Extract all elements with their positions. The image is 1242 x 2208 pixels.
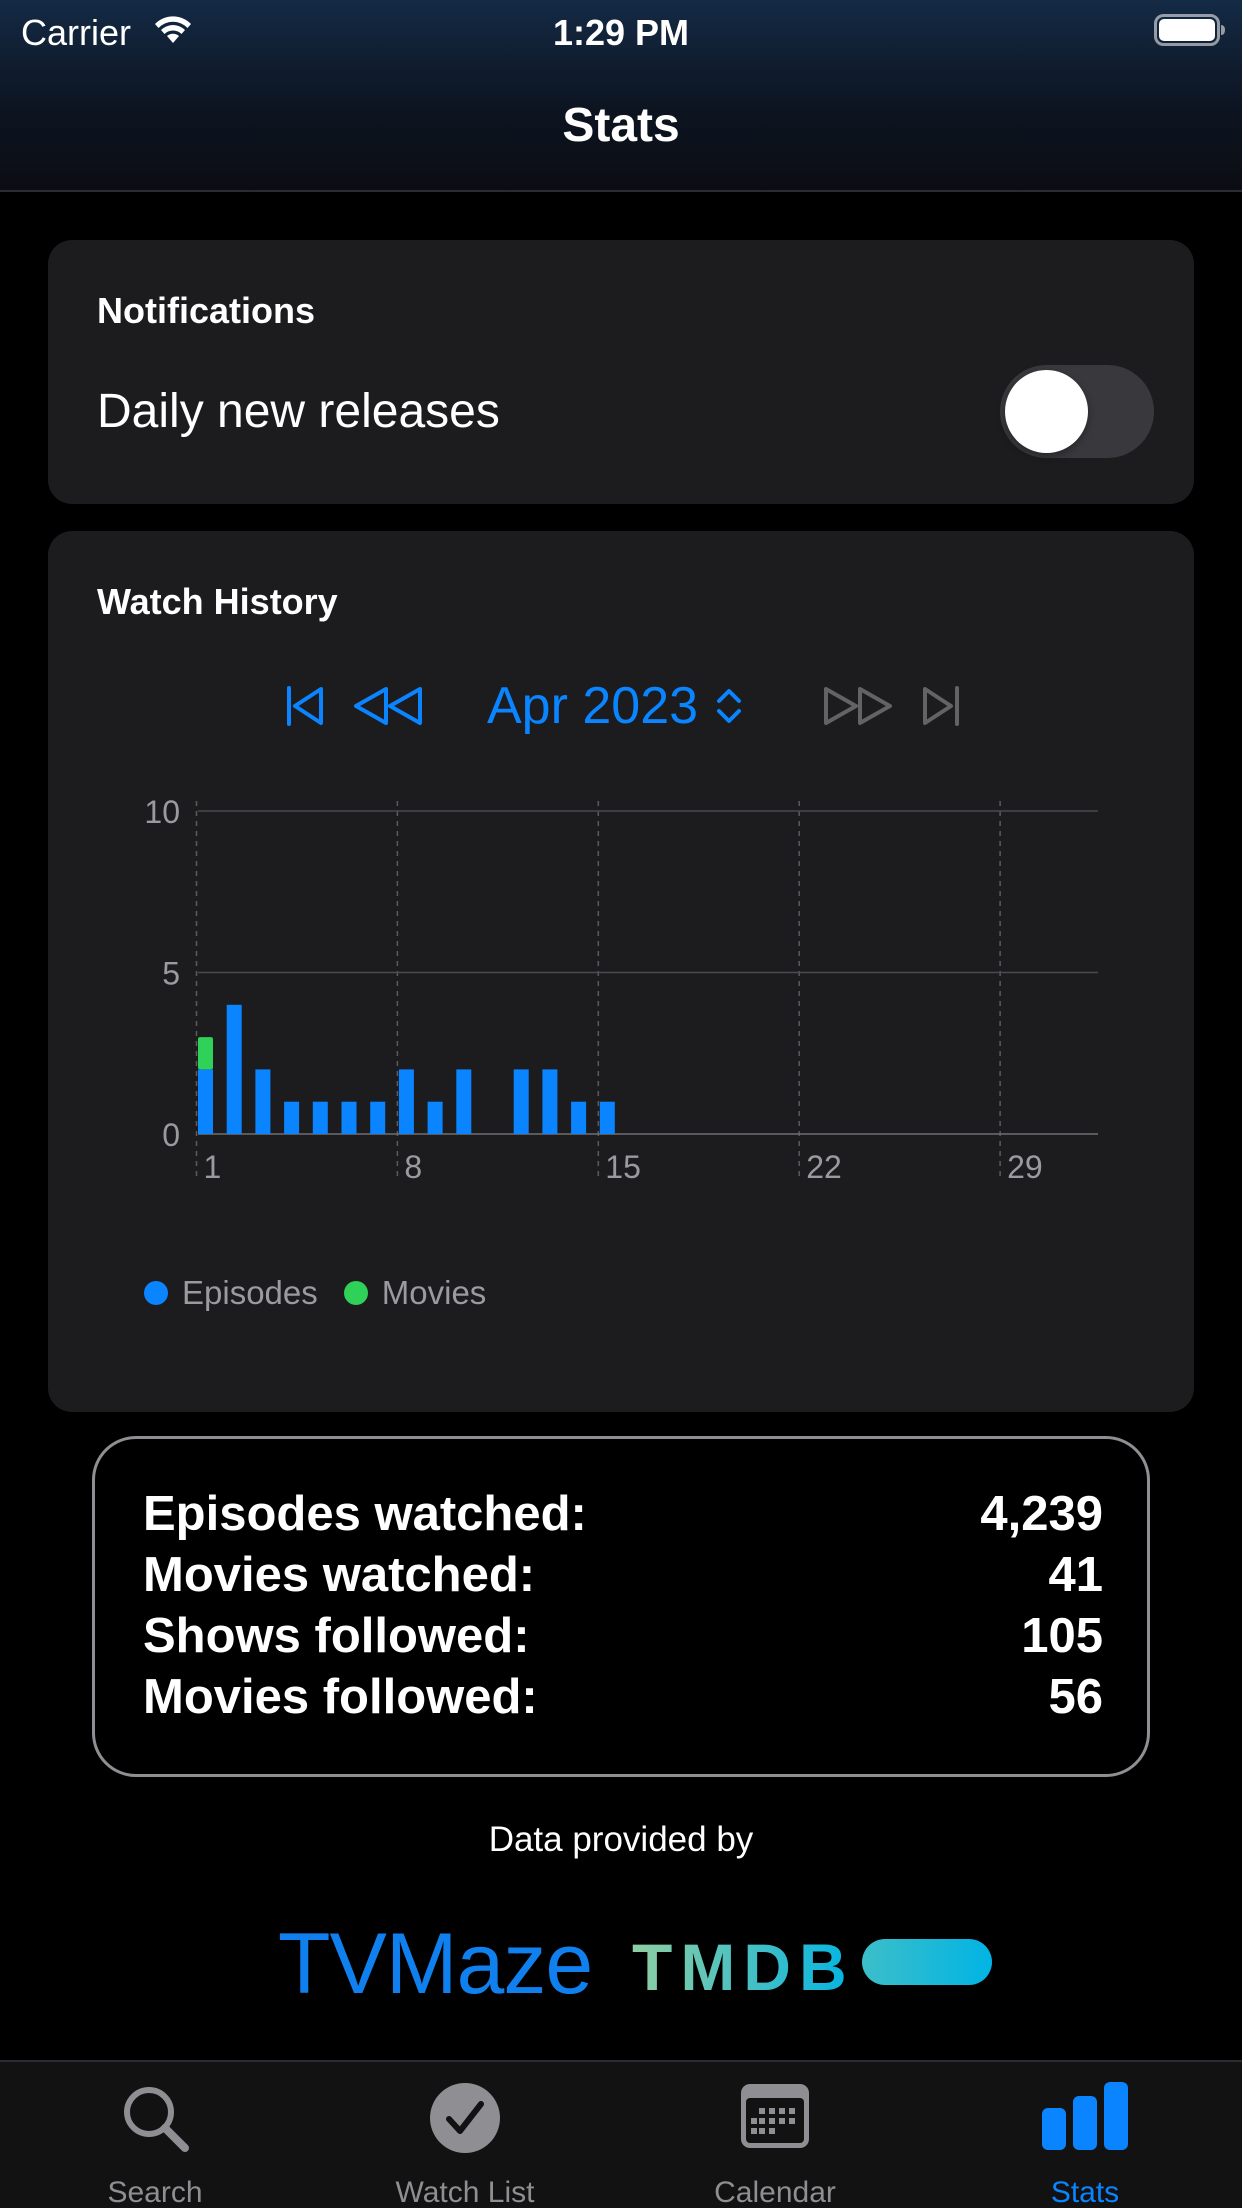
episodes-watched-label: Episodes watched: bbox=[143, 1487, 587, 1541]
rewind-icon[interactable] bbox=[348, 666, 428, 746]
bar-movies bbox=[198, 1037, 213, 1070]
episodes-dot-icon bbox=[144, 1281, 168, 1305]
bar-episodes bbox=[542, 1069, 558, 1134]
fast-forward-icon[interactable] bbox=[818, 666, 898, 746]
bar-episodes bbox=[427, 1101, 443, 1134]
legend-item-movies: Movies bbox=[343, 1274, 487, 1312]
movies-followed-value: 56 bbox=[1048, 1670, 1103, 1724]
tab-watch-list[interactable]: Watch List bbox=[310, 2062, 620, 2208]
bar-chart-icon bbox=[930, 2082, 1240, 2150]
checkmark-circle-icon bbox=[310, 2082, 620, 2154]
bar-episodes bbox=[456, 1069, 472, 1134]
month-navigator: Apr 2023 bbox=[48, 666, 1194, 746]
movies-followed-label: Movies followed: bbox=[143, 1670, 538, 1724]
notifications-card: Notifications Daily new releases bbox=[48, 240, 1194, 504]
bar-episodes bbox=[571, 1101, 587, 1134]
tab-stats[interactable]: Stats bbox=[930, 2062, 1240, 2208]
data-provided-label: Data provided by bbox=[488, 1820, 754, 1859]
notifications-section-title: Notifications bbox=[97, 290, 316, 331]
y-tick-label: 5 bbox=[162, 956, 180, 992]
tab-bar: Search Watch List Calendar Stats bbox=[0, 2060, 1242, 2208]
battery-icon bbox=[1154, 14, 1226, 46]
bar-episodes bbox=[284, 1101, 300, 1134]
totals-box: Episodes watched: 4,239 Movies watched: … bbox=[92, 1436, 1150, 1777]
tab-watch-list-label: Watch List bbox=[395, 2176, 535, 2208]
movies-watched-value: 41 bbox=[1048, 1548, 1103, 1602]
daily-releases-toggle[interactable] bbox=[1000, 365, 1154, 458]
y-tick-label: 0 bbox=[162, 1117, 180, 1153]
shows-followed-label: Shows followed: bbox=[143, 1609, 530, 1663]
watch-history-chart: 0 5 10 1 8 15 22 29 bbox=[144, 794, 1098, 1185]
tmdb-logo-pill bbox=[862, 1939, 992, 1985]
x-tick-label: 8 bbox=[404, 1149, 422, 1185]
y-tick-label: 10 bbox=[144, 794, 180, 830]
month-label: Apr 2023 bbox=[487, 677, 699, 735]
tab-calendar[interactable]: Calendar bbox=[620, 2062, 930, 2208]
watch-history-section-title: Watch History bbox=[97, 581, 338, 622]
bar-episodes bbox=[255, 1069, 271, 1134]
tvmaze-logo[interactable]: TVMaze bbox=[278, 1915, 593, 2014]
bar-episodes bbox=[198, 1069, 213, 1134]
clock: 1:29 PM bbox=[552, 12, 690, 53]
chevron-up-down-icon bbox=[717, 689, 742, 723]
bar-episodes bbox=[370, 1101, 386, 1134]
daily-releases-label: Daily new releases bbox=[97, 385, 500, 438]
chart-legend: Episodes Movies bbox=[144, 1273, 512, 1313]
header: Carrier 1:29 PM Stats bbox=[0, 0, 1242, 192]
skip-to-first-icon[interactable] bbox=[276, 666, 336, 746]
skip-to-last-icon[interactable] bbox=[910, 666, 970, 746]
tab-calendar-label: Calendar bbox=[714, 2176, 836, 2208]
bar-episodes bbox=[599, 1101, 615, 1134]
bar-episodes bbox=[312, 1101, 328, 1134]
search-icon bbox=[0, 2082, 310, 2154]
movies-watched-label: Movies watched: bbox=[143, 1548, 536, 1602]
x-tick-label: 29 bbox=[1007, 1149, 1043, 1185]
bar-episodes bbox=[341, 1101, 357, 1134]
shows-followed-value: 105 bbox=[1021, 1609, 1103, 1663]
tab-search-label: Search bbox=[107, 2176, 203, 2208]
calendar-icon bbox=[620, 2082, 930, 2150]
status-bar: Carrier 1:29 PM bbox=[0, 0, 1242, 62]
tmdb-logo[interactable]: TMDB bbox=[632, 1929, 855, 2005]
watch-history-card: Watch History Apr 2023 0 5 10 1 8 15 22 … bbox=[48, 531, 1194, 1412]
bar-episodes bbox=[398, 1069, 414, 1134]
legend-item-episodes: Episodes bbox=[144, 1274, 318, 1312]
bar-episodes bbox=[226, 1004, 242, 1134]
movies-dot-icon bbox=[343, 1281, 368, 1305]
x-tick-label: 15 bbox=[605, 1149, 641, 1185]
month-picker[interactable]: Apr 2023 bbox=[487, 676, 744, 736]
episodes-watched-value: 4,239 bbox=[980, 1487, 1103, 1541]
toggle-knob bbox=[1005, 370, 1088, 453]
legend-label-episodes: Episodes bbox=[182, 1274, 318, 1311]
bar-episodes bbox=[513, 1069, 529, 1134]
page-title: Stats bbox=[562, 99, 680, 152]
legend-label-movies: Movies bbox=[381, 1274, 487, 1311]
x-tick-label: 1 bbox=[204, 1149, 222, 1185]
tab-search[interactable]: Search bbox=[0, 2062, 310, 2208]
tab-stats-label: Stats bbox=[1050, 2176, 1120, 2208]
x-tick-label: 22 bbox=[806, 1149, 842, 1185]
